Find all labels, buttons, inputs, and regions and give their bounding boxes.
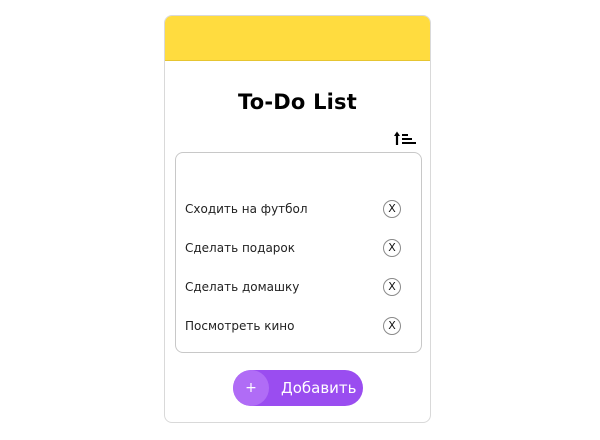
task-label: Сходить на футбол <box>185 202 308 216</box>
sort-button[interactable] <box>394 128 418 148</box>
card-header <box>165 16 430 61</box>
task-list: Сходить на футбол X Сделать подарок X Сд… <box>176 190 421 346</box>
plus-icon: + <box>233 370 269 406</box>
delete-task-button[interactable]: X <box>383 317 401 335</box>
task-label: Посмотреть кино <box>185 319 295 333</box>
task-label: Сделать подарок <box>185 241 296 255</box>
page-title: To-Do List <box>238 90 357 114</box>
list-item: Сделать домашку X <box>176 268 421 307</box>
list-item: Сделать подарок X <box>176 229 421 268</box>
task-list-container: Сходить на футбол X Сделать подарок X Сд… <box>175 152 422 353</box>
delete-task-button[interactable]: X <box>383 278 401 296</box>
delete-task-button[interactable]: X <box>383 200 401 218</box>
list-item: Сходить на футбол X <box>176 190 421 229</box>
task-label: Сделать домашку <box>185 280 300 294</box>
add-task-button[interactable]: + Добавить <box>233 370 363 406</box>
delete-task-button[interactable]: X <box>383 239 401 257</box>
todo-card: To-Do List Сходить на футбол X Сделать п… <box>164 15 431 423</box>
add-button-label: Добавить <box>281 379 357 397</box>
sort-ascending-icon <box>394 131 416 145</box>
list-item: Посмотреть кино X <box>176 307 421 346</box>
